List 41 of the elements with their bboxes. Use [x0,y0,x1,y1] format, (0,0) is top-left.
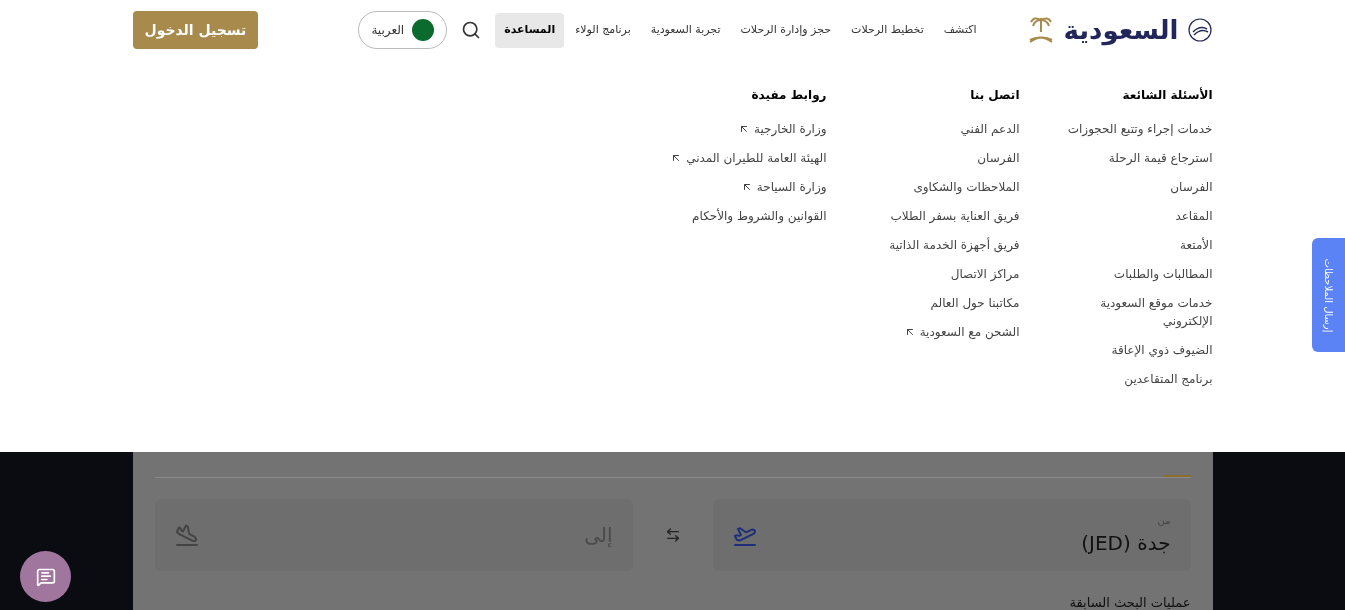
menu-link[interactable]: خدمات إجراء وتتبع الحجوزات [1067,114,1213,143]
menu-link[interactable]: فريق أجهزة الخدمة الذاتية [889,230,1020,259]
menu-link[interactable]: الشحن مع السعودية [903,317,1020,346]
nav-item[interactable]: برنامج الولاء [566,12,640,48]
landing-icon [174,523,199,547]
menu-link[interactable]: الهيئة العامة للطيران المدني [670,143,827,172]
menu-link[interactable]: برنامج المتقاعدين [1124,364,1213,393]
swap-icon [664,527,681,543]
menu-link[interactable]: خدمات موقع السعودية الإلكتروني [1062,288,1213,335]
search-icon[interactable] [461,20,482,40]
chat-icon [35,566,56,587]
menu-link[interactable]: وزارة الخارجية [738,114,827,143]
logo-wordmark: السعودية [1063,13,1179,48]
menu-link[interactable]: مكاتبنا حول العالم [930,288,1020,317]
menu-link[interactable]: القوانين والشروط والأحكام [692,201,827,230]
menu-link[interactable]: الفرسان [977,143,1020,172]
menu-heading: روابط مفيدة [751,87,827,104]
menu-link[interactable]: وزارة السياحة [740,172,827,201]
active-tab-indicator [1162,475,1191,477]
globe-logo-icon [1186,17,1213,43]
menu-heading: اتصل بنا [970,87,1020,104]
recent-searches-heading: عمليات البحث السابقة [1068,594,1191,610]
menu-link[interactable]: الأمتعة [1180,230,1213,259]
chat-button[interactable] [20,551,71,602]
menu-link[interactable]: الدعم الفني [960,114,1020,143]
menu-link[interactable]: فريق العناية بسفر الطلاب [890,201,1020,230]
from-value: جدة (JED) [1081,529,1171,557]
menu-link[interactable]: المطالبات والطلبات [1113,259,1213,288]
menu-heading: الأسئلة الشائعة [1122,86,1213,104]
nav-item[interactable]: تخطيط الرحلات [842,12,933,48]
menu-link[interactable]: المقاعد [1175,201,1213,230]
menu-link[interactable]: الضيوف ذوي الإعاقة [1111,335,1213,364]
menu-link[interactable]: الفرسان [1170,172,1213,201]
nav-item[interactable]: المساعدة [495,12,565,48]
nav-item[interactable]: حجز وإدارة الرحلات [731,12,841,48]
menu-link[interactable]: الملاحظات والشكاوى [913,172,1020,201]
menu-link[interactable]: استرجاع قيمة الرحلة [1108,143,1213,172]
saudi-flag-icon [412,19,435,41]
menu-link[interactable]: مراكز الاتصال [950,259,1020,288]
nav-item[interactable]: تجربة السعودية [641,12,730,48]
nav-item[interactable]: اكتشف [934,12,986,48]
